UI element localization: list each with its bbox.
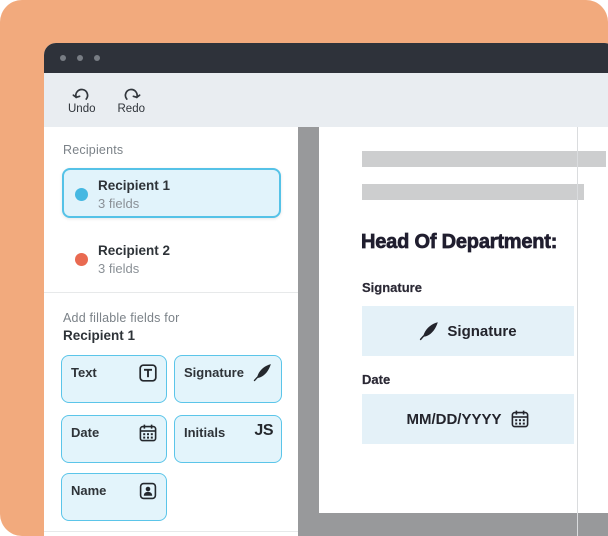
add-text-field-button[interactable]: Text <box>61 355 167 403</box>
document-canvas: Head Of Department: Signature Signature … <box>298 127 608 536</box>
initials-icon: JS <box>254 422 273 440</box>
text-placeholder-bar <box>362 151 606 167</box>
undo-arrow-icon <box>72 85 91 102</box>
add-initials-field-button[interactable]: Initials JS <box>174 415 282 463</box>
feather-icon <box>253 363 273 383</box>
feather-icon <box>419 321 439 341</box>
sidebar-divider <box>44 292 298 293</box>
editor-window: Undo Redo Recipients Recipi <box>44 43 608 536</box>
screenshot-stage: Undo Redo Recipients Recipi <box>0 0 608 536</box>
recipient-fields-count: 3 fields <box>98 196 139 211</box>
recipient-name: Recipient 2 <box>98 243 170 258</box>
field-button-label: Text <box>71 365 97 380</box>
text-placeholder-bar <box>362 184 584 200</box>
field-button-label: Date <box>71 425 99 440</box>
field-button-label: Name <box>71 483 106 498</box>
recipients-section-label: Recipients <box>63 143 123 157</box>
window-control-dot[interactable] <box>94 55 100 61</box>
window-control-dot[interactable] <box>77 55 83 61</box>
add-fields-recipient-name: Recipient 1 <box>63 328 135 343</box>
signature-placeholder-text: Signature <box>447 323 516 340</box>
document-page: Head Of Department: Signature Signature … <box>319 127 608 513</box>
sidebar-bottom-divider <box>44 531 298 532</box>
add-date-field-button[interactable]: Date <box>61 415 167 463</box>
add-name-field-button[interactable]: Name <box>61 473 167 521</box>
recipient-name: Recipient 1 <box>98 178 170 193</box>
undo-label: Undo <box>68 103 96 115</box>
window-titlebar <box>44 43 608 73</box>
page-scroll-divider-line <box>577 127 578 536</box>
sidebar: Recipients Recipient 1 3 fields Recipien… <box>44 127 298 536</box>
recipient-2-color-dot <box>75 253 88 266</box>
window-body: Recipients Recipient 1 3 fields Recipien… <box>44 127 608 536</box>
signature-input-field[interactable]: Signature <box>362 306 574 356</box>
recipient-item-2[interactable]: Recipient 2 3 fields <box>62 233 281 283</box>
document-heading: Head Of Department: <box>361 231 557 254</box>
recipient-fields-count: 3 fields <box>98 261 139 276</box>
redo-label: Redo <box>118 103 146 115</box>
window-control-dot[interactable] <box>60 55 66 61</box>
id-card-icon <box>138 481 158 501</box>
redo-button[interactable]: Redo <box>118 85 146 115</box>
field-button-label: Initials <box>184 425 225 440</box>
date-field-label: Date <box>362 372 390 387</box>
recipient-1-color-dot <box>75 188 88 201</box>
add-fields-label: Add fillable fields for <box>63 311 179 325</box>
calendar-icon <box>510 409 530 429</box>
redo-arrow-icon <box>122 85 141 102</box>
calendar-icon <box>138 423 158 443</box>
date-input-field[interactable]: MM/DD/YYYY <box>362 394 574 444</box>
signature-field-label: Signature <box>362 280 422 295</box>
recipient-item-1[interactable]: Recipient 1 3 fields <box>62 168 281 218</box>
text-icon <box>138 363 158 383</box>
toolbar: Undo Redo <box>44 73 608 127</box>
add-signature-field-button[interactable]: Signature <box>174 355 282 403</box>
date-placeholder-text: MM/DD/YYYY <box>406 411 501 428</box>
field-button-label: Signature <box>184 365 244 380</box>
undo-button[interactable]: Undo <box>68 85 96 115</box>
